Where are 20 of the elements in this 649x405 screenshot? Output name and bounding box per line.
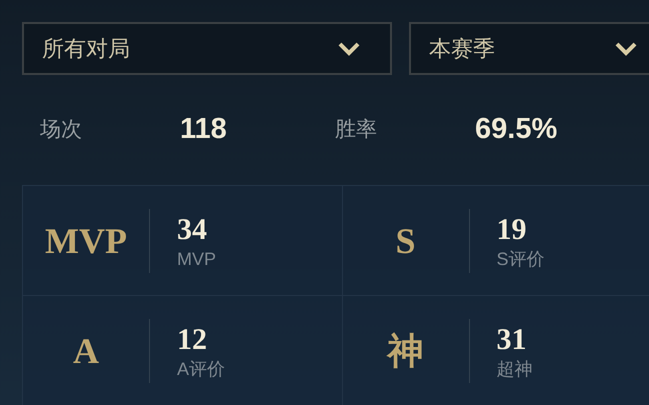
chevron-down-icon (615, 42, 637, 56)
stat-count: 31 (496, 322, 528, 358)
stat-label: S评价 (496, 248, 545, 270)
stat-label: 超神 (496, 358, 532, 380)
stat-value: 69.5% (475, 112, 558, 148)
dropdown[interactable]: 本赛季 (409, 22, 649, 75)
rank-label: S (395, 220, 416, 262)
rank-label: 神 (388, 330, 424, 372)
stat-label: 胜率 (335, 117, 378, 144)
rank-label: A (73, 330, 99, 372)
dropdown[interactable]: 所有对局 (22, 22, 392, 75)
stat-label: 场次 (40, 117, 83, 144)
stat-label: A评价 (177, 358, 226, 380)
stat-count: 19 (496, 212, 528, 248)
stat-label: MVP (177, 248, 216, 270)
stat-count: 34 (177, 212, 208, 248)
stat-count: 12 (177, 322, 208, 358)
chevron-down-icon (338, 42, 360, 56)
rank-label: MVP (45, 220, 127, 262)
stat-value: 118 (180, 112, 227, 148)
